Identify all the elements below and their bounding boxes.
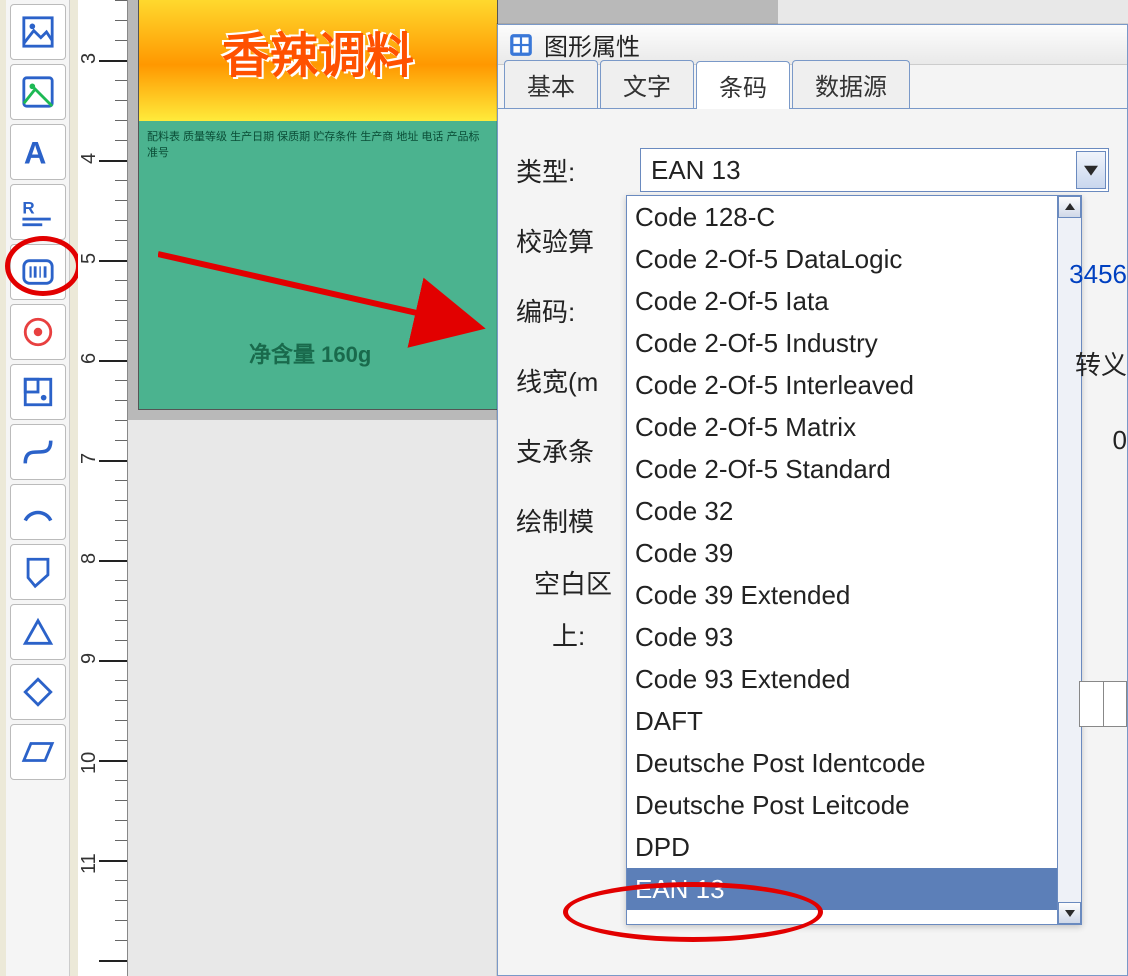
type-combobox[interactable]: EAN 13 (640, 148, 1109, 192)
scroll-up-button[interactable] (1058, 196, 1081, 218)
dropdown-option[interactable]: EAN 13 (627, 868, 1081, 910)
tab-barcode[interactable]: 条码 (696, 61, 790, 109)
tab-text[interactable]: 文字 (600, 60, 694, 108)
dialog-tabs: 基本 文字 条码 数据源 (498, 65, 1127, 109)
label-linewidth: 线宽(m (516, 362, 626, 399)
diamond-icon[interactable] (10, 664, 66, 720)
rich-text-icon[interactable]: R (10, 184, 66, 240)
picture-frame-icon[interactable] (10, 4, 66, 60)
label-type: 类型: (516, 152, 626, 189)
dropdown-option[interactable]: Code 93 (627, 616, 1081, 658)
ruler-mark: 11 (78, 829, 101, 878)
label-drawmode: 绘制模 (516, 502, 626, 539)
type-value: EAN 13 (651, 155, 741, 186)
hero-text: 香辣调料 (222, 16, 414, 86)
label-quiet: 空白区 (534, 564, 626, 601)
svg-text:A: A (23, 135, 46, 169)
ruler-mark: 7 (78, 419, 101, 468)
dropdown-option[interactable]: Code 2-Of-5 Standard (627, 448, 1081, 490)
dropdown-option[interactable]: Code 2-Of-5 DataLogic (627, 238, 1081, 280)
text-icon[interactable]: A (10, 124, 66, 180)
label-top: 上: (552, 616, 626, 653)
dialog-body: 类型: EAN 13 校验算 编码: 线宽(m 支承条 绘制模 空白区 上: C… (498, 109, 1127, 685)
dropdown-option[interactable]: Code 32 (627, 490, 1081, 532)
dropdown-option[interactable]: Code 39 (627, 532, 1081, 574)
polygon-icon[interactable] (10, 544, 66, 600)
bezier-icon[interactable] (10, 424, 66, 480)
dialog-icon (508, 32, 534, 58)
triangle-icon[interactable] (10, 604, 66, 660)
parallelogram-icon[interactable] (10, 724, 66, 780)
dropdown-option[interactable]: Code 128-C (627, 196, 1081, 238)
ruler-mark: 9 (78, 619, 101, 668)
ruler-mark: 8 (78, 519, 101, 568)
label-check: 校验算 (516, 222, 626, 259)
fragment-spinner[interactable] (1079, 681, 1127, 727)
label-bearer: 支承条 (516, 432, 626, 469)
dropdown-option[interactable]: Code 2-Of-5 Matrix (627, 406, 1081, 448)
properties-dialog: 图形属性 基本 文字 条码 数据源 类型: EAN 13 校验算 编码: 线宽(… (497, 24, 1128, 976)
dropdown-option[interactable]: DPD (627, 826, 1081, 868)
net-weight: 净含量 160g (249, 337, 371, 369)
fragment-3456: 3456 (1069, 259, 1127, 290)
tab-basic[interactable]: 基本 (504, 60, 598, 108)
ruler-mark: 3 (78, 19, 101, 68)
dropdown-scrollbar[interactable] (1057, 196, 1081, 924)
dialog-titlebar[interactable]: 图形属性 (498, 25, 1127, 65)
arc-icon[interactable] (10, 484, 66, 540)
dropdown-option[interactable]: Code 2-Of-5 Iata (627, 280, 1081, 322)
scroll-down-button[interactable] (1058, 902, 1081, 924)
ruler-mark: 4 (78, 119, 101, 168)
tab-datasource[interactable]: 数据源 (792, 60, 910, 108)
dropdown-option[interactable]: Code 39 Extended (627, 574, 1081, 616)
ruler-mark: 10 (78, 729, 101, 778)
combo-dropdown-button[interactable] (1076, 151, 1106, 189)
dropdown-option[interactable]: DAFT (627, 700, 1081, 742)
table-grid-icon[interactable] (10, 364, 66, 420)
type-dropdown-list[interactable]: Code 128-CCode 2-Of-5 DataLogicCode 2-Of… (626, 195, 1082, 925)
vertical-ruler: 3 4 5 6 7 8 9 10 11 (78, 0, 128, 976)
barcode-icon[interactable] (10, 244, 66, 300)
dropdown-option[interactable]: Deutsche Post Identcode (627, 742, 1081, 784)
svg-text:R: R (22, 198, 34, 217)
dropdown-option[interactable]: Deutsche Post Leitcode (627, 784, 1081, 826)
fragment-escape: 转义 (1075, 345, 1127, 382)
label-encode: 编码: (516, 292, 626, 329)
qrcode-icon[interactable] (10, 304, 66, 360)
dropdown-option[interactable]: Code 2-Of-5 Industry (627, 322, 1081, 364)
dropdown-option[interactable]: Code 2-Of-5 Interleaved (627, 364, 1081, 406)
barcode-object-selected[interactable] (443, 295, 503, 375)
fragment-zero: 0 (1113, 425, 1127, 456)
ruler-mark: 6 (78, 319, 101, 368)
hero-banner: 香辣调料 (139, 0, 497, 121)
dialog-title: 图形属性 (544, 27, 640, 62)
left-toolbar: A R (6, 0, 70, 976)
ruler-mark: 5 (78, 219, 101, 268)
dropdown-option[interactable]: Code 93 Extended (627, 658, 1081, 700)
image-icon[interactable] (10, 64, 66, 120)
